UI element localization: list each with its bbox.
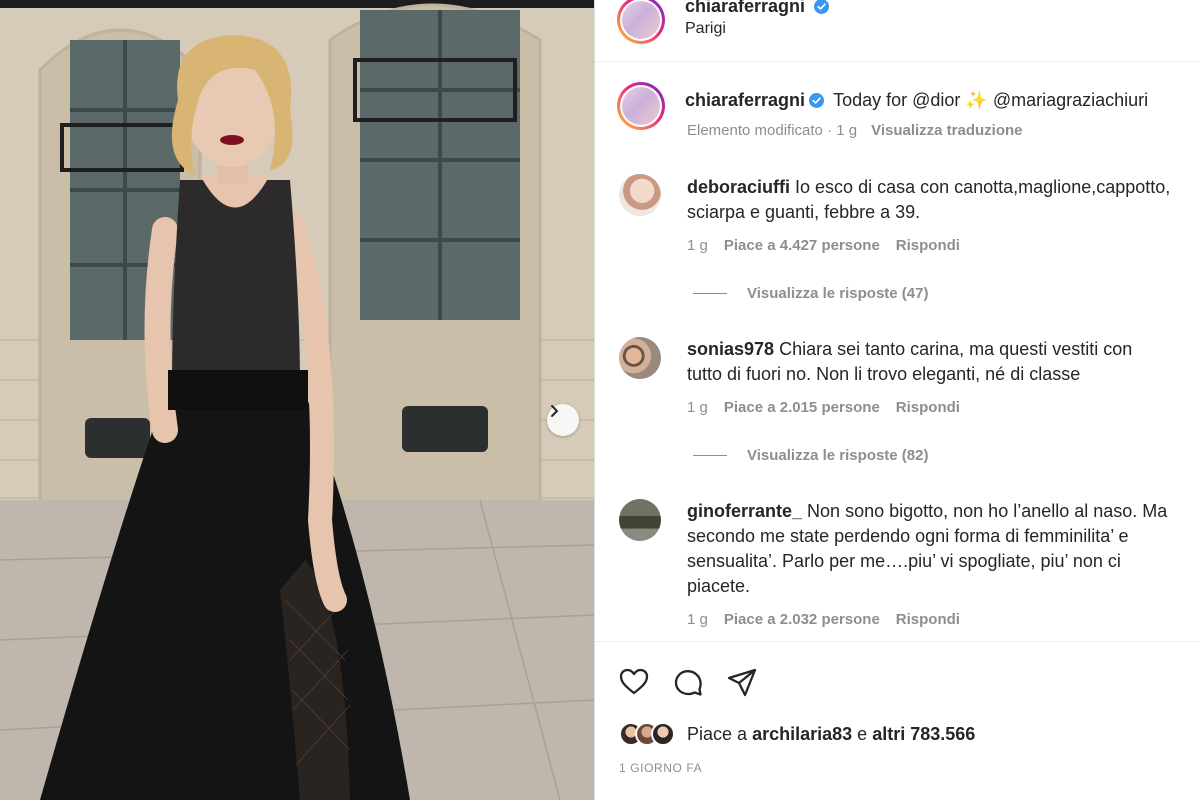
comment-item: sonias978 Chiara sei tanto carina, ma qu… [687, 337, 1199, 387]
view-replies-button[interactable]: Visualizza le risposte (82) [693, 447, 928, 464]
comment-likes[interactable]: Piace a 2.032 persone [724, 611, 880, 628]
post-caption: chiaraferragni Today for @dior ✨ @mariag… [685, 88, 1195, 112]
caption-edit-status: Elemento modificato · 1 g [687, 122, 858, 139]
comment-username[interactable]: deboraciuffi [687, 177, 790, 197]
comment-icon[interactable] [671, 665, 705, 699]
comment-time: 1 g [687, 237, 708, 254]
comment-username[interactable]: ginoferrante_ [687, 501, 802, 521]
caption-meta: Elemento modificato · 1 g Visualizza trad… [687, 122, 1023, 139]
comment-meta: 1 g Piace a 4.427 persone Rispondi [687, 237, 976, 254]
likes-summary: Piace a archilaria83 e altri 783.566 [619, 720, 975, 748]
reply-button[interactable]: Rispondi [896, 237, 960, 254]
divider [595, 641, 1200, 642]
likes-text: Piace a archilaria83 e altri 783.566 [687, 724, 975, 745]
comment-time: 1 g [687, 611, 708, 628]
divider [693, 455, 727, 456]
divider [693, 293, 727, 294]
caption-author-avatar[interactable] [617, 82, 665, 130]
likes-connector: e [857, 723, 868, 744]
reply-button[interactable]: Rispondi [896, 399, 960, 416]
verified-badge-icon [809, 93, 825, 108]
post-photo-illustration [0, 0, 594, 800]
post-timestamp: 1 giorno fa [619, 761, 703, 775]
post-photo[interactable] [0, 0, 594, 800]
likes-others-link[interactable]: altri 783.566 [872, 724, 975, 744]
liker-avatar[interactable] [651, 722, 675, 746]
view-replies-label: Visualizza le risposte (82) [747, 447, 929, 464]
comment-item: ginoferrante_ Non sono bigotto, non ho l… [687, 499, 1199, 599]
caption-text: Today for @dior ✨ @mariagraziachiuri [833, 90, 1149, 110]
carousel-next-button[interactable] [547, 404, 579, 436]
heart-icon[interactable] [617, 665, 651, 699]
share-icon[interactable] [725, 665, 759, 699]
comment-username[interactable]: sonias978 [687, 339, 774, 359]
verified-badge-icon [813, 0, 829, 14]
post-detail-panel: chiaraferragni Parigi chiaraferragni Tod… [594, 0, 1200, 800]
comment-item: deboraciuffi Io esco di casa con canotta… [687, 175, 1199, 225]
comment-likes[interactable]: Piace a 4.427 persone [724, 237, 880, 254]
caption-username[interactable]: chiaraferragni [685, 90, 805, 110]
translate-link[interactable]: Visualizza traduzione [871, 122, 1022, 139]
post-header: chiaraferragni Parigi [595, 0, 1200, 62]
commenter-avatar[interactable] [619, 499, 661, 541]
likes-prefix: Piace a [687, 723, 748, 744]
author-username[interactable]: chiaraferragni [685, 0, 805, 16]
chevron-right-icon [551, 405, 558, 417]
commenter-avatar[interactable] [619, 174, 661, 216]
view-replies-label: Visualizza le risposte (47) [747, 285, 929, 302]
comment-likes[interactable]: Piace a 2.015 persone [724, 399, 880, 416]
liker-username[interactable]: archilaria83 [752, 724, 852, 744]
author-avatar[interactable] [617, 0, 665, 44]
commenter-avatar[interactable] [619, 337, 661, 379]
comment-meta: 1 g Piace a 2.032 persone Rispondi [687, 611, 976, 628]
comment-time: 1 g [687, 399, 708, 416]
comment-meta: 1 g Piace a 2.015 persone Rispondi [687, 399, 976, 416]
reply-button[interactable]: Rispondi [896, 611, 960, 628]
view-replies-button[interactable]: Visualizza le risposte (47) [693, 285, 928, 302]
post-location[interactable]: Parigi [685, 20, 726, 38]
